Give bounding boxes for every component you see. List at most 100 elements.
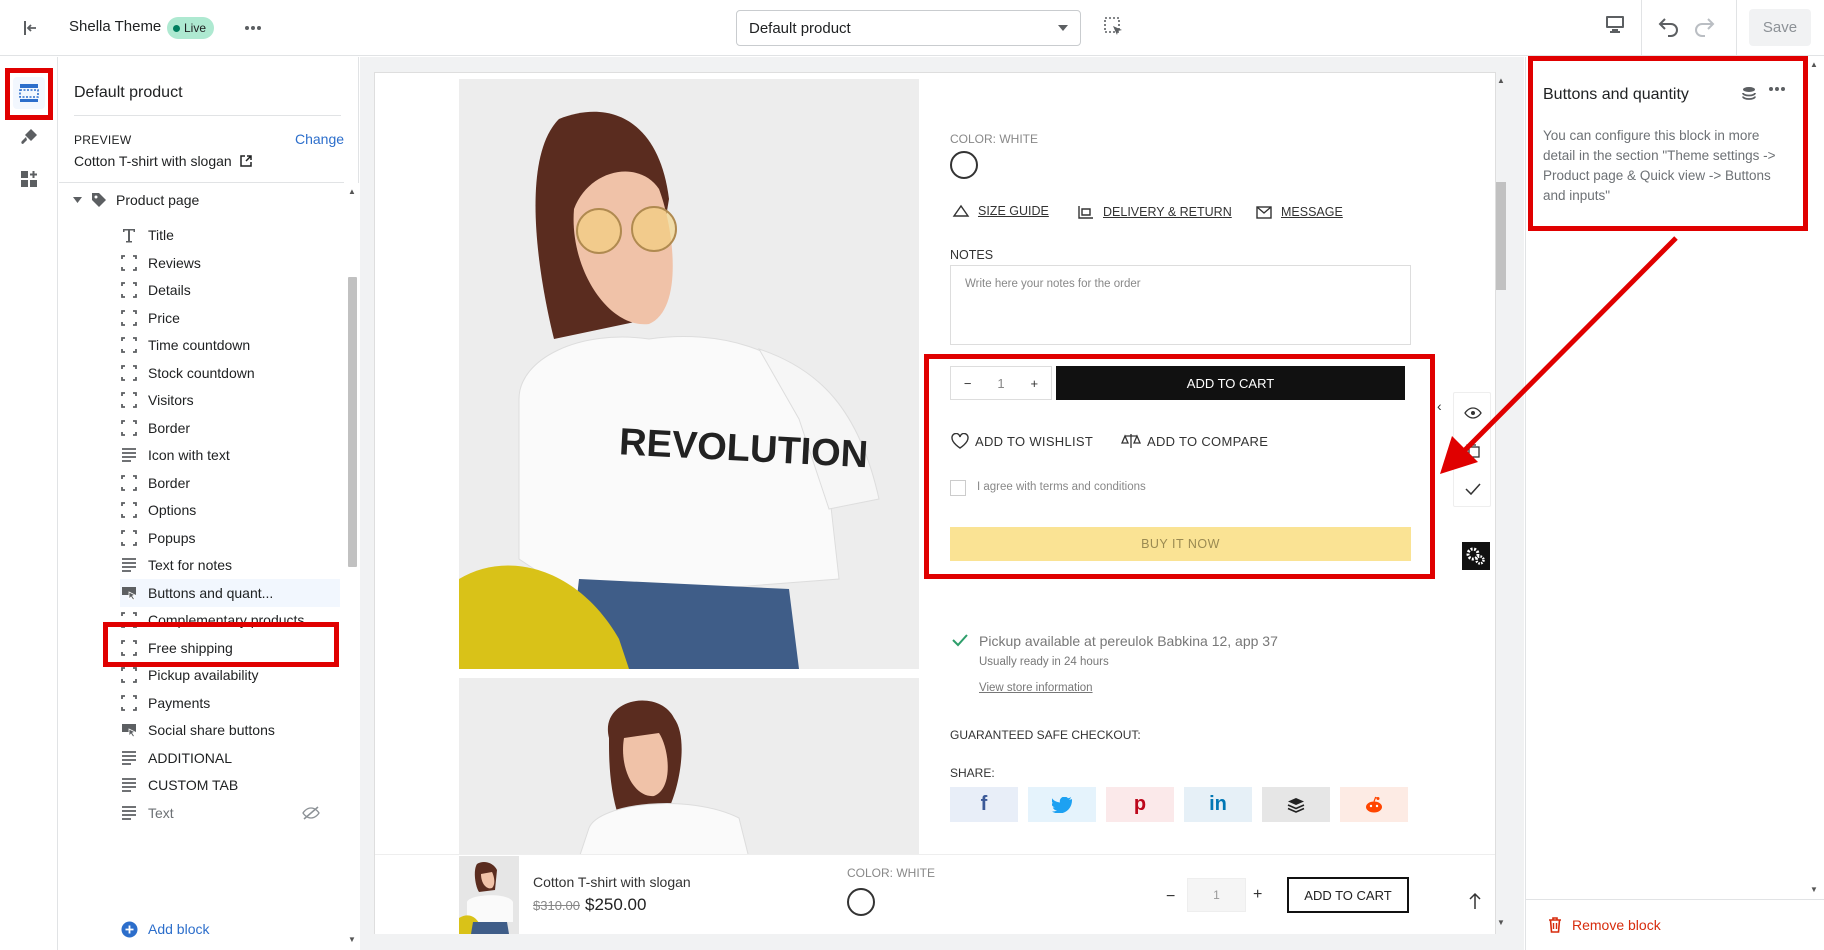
- remove-block-label: Remove block: [1572, 917, 1661, 933]
- sticky-add-to-cart-button[interactable]: ADD TO CART: [1287, 877, 1409, 913]
- tree-item[interactable]: Stock countdown: [120, 359, 340, 387]
- lines-icon: [120, 446, 138, 464]
- sticky-product-thumbnail[interactable]: [459, 856, 519, 934]
- apps-button[interactable]: [13, 163, 45, 195]
- tree-item[interactable]: Buttons and quant...: [120, 578, 340, 607]
- tree-item-label: Text: [148, 804, 174, 821]
- ruler-icon: [952, 204, 970, 218]
- more-actions-button[interactable]: [241, 16, 265, 40]
- share-buffer-button[interactable]: [1262, 787, 1330, 822]
- exit-button[interactable]: [16, 14, 44, 42]
- undo-icon: [1657, 14, 1685, 38]
- guaranteed-checkout-label: GUARANTEED SAFE CHECKOUT:: [950, 728, 1141, 742]
- tree-item[interactable]: CUSTOM TAB: [120, 771, 340, 799]
- tree-item[interactable]: Text: [120, 799, 340, 827]
- more-horizontal-icon[interactable]: [1768, 86, 1786, 92]
- share-pinterest-button[interactable]: p: [1106, 787, 1174, 822]
- checkmark-icon[interactable]: [1464, 482, 1482, 496]
- theme-settings-button[interactable]: [13, 121, 45, 153]
- tree-item[interactable]: ADDITIONAL: [120, 744, 340, 772]
- sticky-qty-minus-button[interactable]: −: [1166, 888, 1175, 906]
- tree-item[interactable]: Price: [120, 304, 340, 332]
- hidden-eye-icon[interactable]: [302, 804, 320, 822]
- lines-icon: [120, 749, 138, 767]
- lines-icon: [120, 776, 138, 794]
- undo-button[interactable]: [1657, 14, 1685, 42]
- database-icon[interactable]: [1741, 86, 1757, 102]
- tree-item[interactable]: Border: [120, 469, 340, 497]
- product-image-main[interactable]: REVOLUTION: [459, 79, 919, 669]
- tree-item-label: Text for notes: [148, 557, 233, 573]
- tree-item[interactable]: Visitors: [120, 386, 340, 414]
- reddit-icon: [1364, 796, 1384, 814]
- scroll-down-icon: ▼: [1497, 918, 1505, 927]
- device-preview-button[interactable]: [1604, 14, 1632, 42]
- add-block-button[interactable]: Add block: [120, 915, 340, 943]
- view-store-link[interactable]: View store information: [979, 682, 1093, 694]
- more-horizontal-icon: [244, 25, 262, 31]
- share-facebook-button[interactable]: f: [950, 787, 1018, 822]
- template-select[interactable]: Default product: [736, 10, 1081, 46]
- share-twitter-button[interactable]: [1028, 787, 1096, 822]
- preview-product[interactable]: Cotton T-shirt with slogan: [74, 153, 252, 169]
- tree-item[interactable]: Details: [120, 276, 340, 304]
- sticky-qty-plus-button[interactable]: +: [1253, 886, 1262, 904]
- preview-scroll-thumb[interactable]: [1496, 182, 1506, 290]
- sticky-qty-input[interactable]: 1: [1187, 878, 1246, 912]
- tree-item-label: Icon with text: [148, 447, 230, 463]
- check-icon: [951, 633, 969, 647]
- theme-name: Shella Theme: [69, 18, 162, 35]
- tree-item[interactable]: Text for notes: [120, 551, 340, 579]
- tree-item[interactable]: Popups: [120, 524, 340, 552]
- sidebar-scroll-thumb[interactable]: [348, 277, 357, 567]
- tree-item[interactable]: Social share buttons: [120, 716, 340, 744]
- exit-icon: [21, 19, 39, 37]
- tree-item[interactable]: Title: [120, 221, 340, 249]
- block-icon: [120, 474, 138, 492]
- size-guide-link[interactable]: SIZE GUIDE: [952, 204, 1049, 218]
- scroll-down-icon[interactable]: ▼: [1810, 885, 1818, 894]
- remove-block-button[interactable]: Remove block: [1548, 917, 1661, 933]
- scroll-up-icon[interactable]: ▲: [1810, 60, 1818, 69]
- scroll-down-icon: ▼: [348, 935, 356, 944]
- redo-icon: [1692, 14, 1720, 38]
- tree-item[interactable]: Time countdown: [120, 331, 340, 359]
- product-image-secondary[interactable]: [459, 678, 919, 858]
- message-link[interactable]: MESSAGE: [1255, 204, 1343, 220]
- notes-textarea[interactable]: Write here your notes for the order: [950, 265, 1411, 345]
- collapse-toolbar-icon[interactable]: ‹: [1437, 398, 1442, 414]
- scroll-to-top-icon[interactable]: [1468, 892, 1482, 910]
- block-toolbar: [1453, 392, 1491, 507]
- tree-item-label: Border: [148, 419, 191, 436]
- lines-icon: [120, 804, 138, 822]
- sidebar-title: Default product: [74, 84, 183, 101]
- tree-item-label: Details: [148, 282, 191, 298]
- tree-item[interactable]: Options: [120, 496, 340, 524]
- scroll-up-icon: ▲: [1497, 76, 1505, 85]
- tree-item-label: Title: [148, 227, 174, 243]
- tree-item[interactable]: Icon with text: [120, 441, 340, 469]
- tree-item[interactable]: Border: [120, 414, 340, 442]
- tree-item-label: Payments: [148, 694, 211, 711]
- inspector-button[interactable]: [1103, 16, 1129, 42]
- copy-icon[interactable]: [1465, 443, 1481, 459]
- preview-label: PREVIEW: [74, 133, 132, 147]
- color-swatch-white[interactable]: [950, 151, 978, 179]
- save-button[interactable]: Save: [1749, 9, 1811, 46]
- share-linkedin-button[interactable]: in: [1184, 787, 1252, 822]
- tree-item[interactable]: Payments: [120, 689, 340, 717]
- redo-button[interactable]: [1692, 14, 1720, 42]
- tree-item[interactable]: Reviews: [120, 249, 340, 277]
- desktop-icon: [1604, 14, 1632, 34]
- eye-icon[interactable]: [1464, 407, 1482, 419]
- sticky-color-swatch[interactable]: [847, 888, 875, 916]
- preview-change-link[interactable]: Change: [295, 131, 344, 147]
- share-reddit-button[interactable]: [1340, 787, 1408, 822]
- delivery-return-label: DELIVERY & RETURN: [1103, 205, 1232, 219]
- section-product-page[interactable]: Product page: [73, 191, 199, 209]
- delivery-return-link[interactable]: DELIVERY & RETURN: [1077, 204, 1232, 220]
- settings-gears-button[interactable]: [1462, 542, 1490, 570]
- tree-item-label: Visitors: [148, 392, 194, 408]
- box-icon: [1077, 204, 1095, 220]
- sticky-sale-price: $250.00: [585, 895, 647, 914]
